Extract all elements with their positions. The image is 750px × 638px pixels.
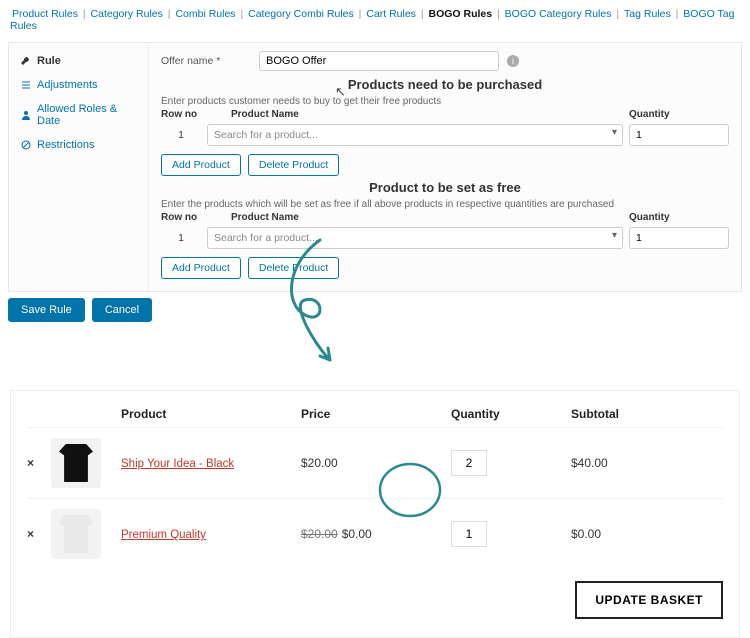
rule-type-tabs: Product Rules | Category Rules | Combi R… xyxy=(0,0,750,38)
product-link[interactable]: Premium Quality xyxy=(121,529,206,541)
cart-header-qty: Quantity xyxy=(451,407,571,421)
user-icon xyxy=(21,110,31,120)
purchase-table-header: Row no Product Name Quantity xyxy=(161,109,729,120)
section-title-free: Product to be set as free xyxy=(161,180,729,195)
sidebar-item-adjustments[interactable]: Adjustments xyxy=(9,73,148,97)
offer-name-label: Offer name * xyxy=(161,55,251,67)
delete-purchase-product-button[interactable]: Delete Product xyxy=(248,154,339,176)
sidebar-item-rule[interactable]: Rule xyxy=(9,49,148,73)
tab-bogo-category-rules[interactable]: BOGO Category Rules xyxy=(505,8,612,20)
free-product-select[interactable]: Search for a product... xyxy=(207,227,623,249)
free-row: 1 Search for a product... xyxy=(161,227,729,249)
cancel-button[interactable]: Cancel xyxy=(92,298,152,322)
cart-header-row: Product Price Quantity Subtotal xyxy=(27,401,723,427)
sidebar-item-label: Restrictions xyxy=(37,139,94,151)
col-qty: Quantity xyxy=(629,212,729,223)
sidebar-item-roles-date[interactable]: Allowed Roles & Date xyxy=(9,97,148,133)
product-price: $20.00 $0.00 xyxy=(301,527,451,541)
update-basket-button[interactable]: UPDATE BASKET xyxy=(575,581,723,619)
sidebar-item-label: Adjustments xyxy=(37,79,98,91)
tab-bogo-rules[interactable]: BOGO Rules xyxy=(429,8,493,20)
sliders-icon xyxy=(21,80,31,90)
save-rule-button[interactable]: Save Rule xyxy=(8,298,85,322)
purchase-row: 1 Search for a product... xyxy=(161,124,729,146)
tab-product-rules[interactable]: Product Rules xyxy=(12,8,78,20)
rowno-value: 1 xyxy=(161,130,201,141)
col-qty: Quantity xyxy=(629,109,729,120)
sidebar-item-label: Allowed Roles & Date xyxy=(37,103,136,127)
add-free-product-button[interactable]: Add Product xyxy=(161,257,241,279)
offer-name-input[interactable] xyxy=(259,51,499,71)
rule-sidebar: Rule Adjustments Allowed Roles & Date Re… xyxy=(9,43,149,291)
rowno-value: 1 xyxy=(161,233,201,244)
save-bar: Save Rule Cancel xyxy=(0,292,750,330)
free-qty-input[interactable] xyxy=(629,227,729,249)
product-subtotal: $40.00 xyxy=(571,456,651,470)
ban-icon xyxy=(21,140,31,150)
cart-header-subtotal: Subtotal xyxy=(571,407,651,421)
cart-header-price: Price xyxy=(301,407,451,421)
tab-combi-rules[interactable]: Combi Rules xyxy=(175,8,235,20)
delete-free-product-button[interactable]: Delete Product xyxy=(248,257,339,279)
tab-category-combi-rules[interactable]: Category Combi Rules xyxy=(248,8,354,20)
cart-row: × Ship Your Idea - Black $20.00 $40.00 xyxy=(27,427,723,498)
col-product: Product Name xyxy=(231,212,629,223)
remove-item-button[interactable]: × xyxy=(27,527,51,541)
add-purchase-product-button[interactable]: Add Product xyxy=(161,154,241,176)
cart-row: × Premium Quality $20.00 $0.00 $0.00 xyxy=(27,498,723,569)
qty-input[interactable] xyxy=(451,450,487,476)
hint-free: Enter the products which will be set as … xyxy=(161,199,729,210)
product-link[interactable]: Ship Your Idea - Black xyxy=(121,458,234,470)
cart-table: Product Price Quantity Subtotal × Ship Y… xyxy=(10,390,740,638)
sidebar-item-label: Rule xyxy=(37,55,61,67)
cart-header-product: Product xyxy=(121,407,301,421)
tab-tag-rules[interactable]: Tag Rules xyxy=(624,8,671,20)
sidebar-item-restrictions[interactable]: Restrictions xyxy=(9,133,148,157)
product-thumbnail xyxy=(51,509,121,559)
product-price: $20.00 xyxy=(301,456,451,470)
qty-input[interactable] xyxy=(451,521,487,547)
rule-form: Offer name * i Products need to be purch… xyxy=(149,43,741,291)
purchase-product-select[interactable]: Search for a product... xyxy=(207,124,623,146)
section-title-purchase: Products need to be purchased xyxy=(161,77,729,92)
free-table-header: Row no Product Name Quantity xyxy=(161,212,729,223)
product-subtotal: $0.00 xyxy=(571,527,651,541)
bogo-rule-panel: Rule Adjustments Allowed Roles & Date Re… xyxy=(8,42,742,292)
wrench-icon xyxy=(21,56,31,66)
tab-cart-rules[interactable]: Cart Rules xyxy=(366,8,416,20)
purchase-qty-input[interactable] xyxy=(629,124,729,146)
remove-item-button[interactable]: × xyxy=(27,456,51,470)
price-current: $0.00 xyxy=(342,527,372,541)
tab-category-rules[interactable]: Category Rules xyxy=(91,8,163,20)
hint-purchase: Enter products customer needs to buy to … xyxy=(161,96,729,107)
info-icon[interactable]: i xyxy=(507,55,519,67)
product-thumbnail xyxy=(51,438,121,488)
col-product: Product Name xyxy=(231,109,629,120)
col-rowno: Row no xyxy=(161,109,231,120)
price-original: $20.00 xyxy=(301,527,338,541)
col-rowno: Row no xyxy=(161,212,231,223)
